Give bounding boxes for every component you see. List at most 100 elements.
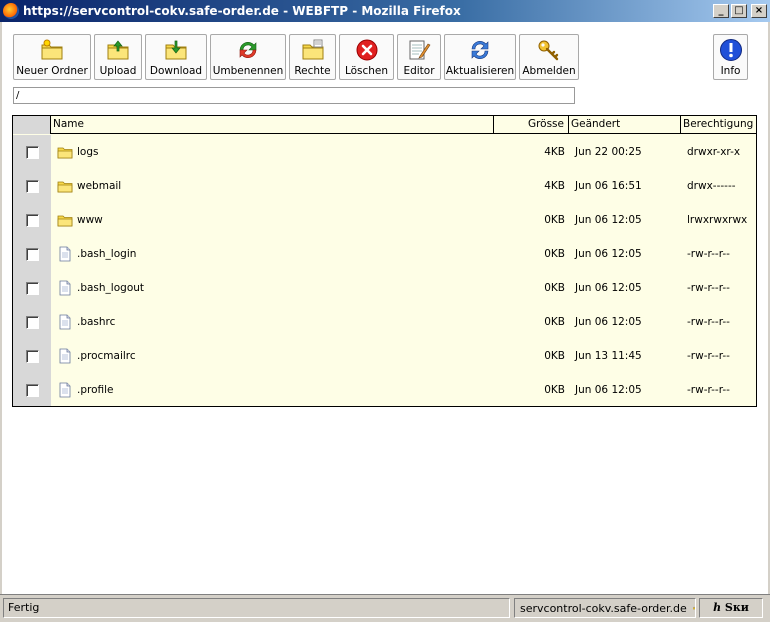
editor-button[interactable]: Editor <box>397 34 441 80</box>
file-size: 4KB <box>544 180 565 192</box>
status-bar: Fertig servcontrol-cokv.safe-order.de ℎ … <box>0 594 770 622</box>
info-button[interactable]: Info <box>713 34 748 80</box>
file-permissions: -rw-r--r-- <box>687 248 730 260</box>
key-icon <box>538 40 559 61</box>
file-name-cell[interactable]: .bash_logout <box>51 280 494 296</box>
file-size: 0KB <box>544 384 565 396</box>
table-row[interactable]: www 0KB Jun 06 12:05 lrwxrwxrwx <box>13 203 756 237</box>
table-row[interactable]: webmail 4KB Jun 06 16:51 drwx------ <box>13 169 756 203</box>
rename-button[interactable]: Umbenennen <box>210 34 286 80</box>
file-table: Name Grösse Geändert Berechtigung logs 4K… <box>12 115 757 407</box>
status-host-label: servcontrol-cokv.safe-order.de <box>520 601 687 615</box>
file-name[interactable]: webmail <box>77 180 121 192</box>
row-checkbox[interactable] <box>25 383 39 397</box>
row-select-cell <box>13 213 51 227</box>
file-permissions: -rw-r--r-- <box>687 282 730 294</box>
file-name[interactable]: logs <box>77 146 98 158</box>
file-name-cell[interactable]: .bash_login <box>51 246 494 262</box>
file-permissions: lrwxrwxrwx <box>687 214 748 226</box>
table-row[interactable]: .procmailrc 0KB Jun 13 11:45 -rw-r--r-- <box>13 339 756 373</box>
table-row[interactable]: .bash_logout 0KB Jun 06 12:05 -rw-r--r-- <box>13 271 756 305</box>
window-title: https://servcontrol-cokv.safe-order.de -… <box>23 4 461 18</box>
close-button[interactable]: × <box>751 4 767 18</box>
file-permissions: -rw-r--r-- <box>687 350 730 362</box>
file-name[interactable]: .procmailrc <box>77 350 136 362</box>
row-select-cell <box>13 383 51 397</box>
file-name[interactable]: .bash_logout <box>77 282 144 294</box>
path-input[interactable] <box>13 87 575 104</box>
file-name-cell[interactable]: .procmailrc <box>51 348 494 364</box>
table-row[interactable]: .profile 0KB Jun 06 12:05 -rw-r--r-- <box>13 373 756 407</box>
status-host: servcontrol-cokv.safe-order.de <box>514 598 696 618</box>
info-icon <box>719 39 742 61</box>
header-size[interactable]: Grösse <box>494 116 569 134</box>
file-permissions: drwx------ <box>687 180 736 192</box>
folder-icon <box>57 181 73 193</box>
row-select-cell <box>13 349 51 363</box>
table-header: Name Grösse Geändert Berechtigung <box>13 116 756 134</box>
upload-button[interactable]: Upload <box>94 34 142 80</box>
file-date: Jun 06 16:51 <box>575 180 642 192</box>
file-name-cell[interactable]: webmail <box>51 178 494 194</box>
file-name-cell[interactable]: .profile <box>51 382 494 398</box>
file-name-cell[interactable]: .bashrc <box>51 314 494 330</box>
header-name[interactable]: Name <box>51 116 494 134</box>
refresh-button[interactable]: Aktualisieren <box>444 34 516 80</box>
row-checkbox[interactable] <box>25 247 39 261</box>
minimize-button[interactable]: _ <box>713 4 729 18</box>
file-date: Jun 13 11:45 <box>575 350 642 362</box>
file-size: 0KB <box>544 316 565 328</box>
table-row[interactable]: logs 4KB Jun 22 00:25 drwxr-xr-x <box>13 135 756 169</box>
folder-icon <box>57 215 73 227</box>
row-select-cell <box>13 145 51 159</box>
row-checkbox[interactable] <box>25 179 39 193</box>
permissions-button[interactable]: Rechte <box>289 34 336 80</box>
table-row[interactable]: .bash_login 0KB Jun 06 12:05 -rw-r--r-- <box>13 237 756 271</box>
file-icon <box>59 246 71 262</box>
file-name[interactable]: .profile <box>77 384 114 396</box>
table-row[interactable]: .bashrc 0KB Jun 06 12:05 -rw-r--r-- <box>13 305 756 339</box>
header-select <box>13 116 51 134</box>
file-date: Jun 06 12:05 <box>575 214 642 226</box>
file-size: 0KB <box>544 350 565 362</box>
file-name-cell[interactable]: logs <box>51 144 494 160</box>
new-folder-icon <box>41 39 63 60</box>
window-titlebar[interactable]: https://servcontrol-cokv.safe-order.de -… <box>0 0 770 22</box>
refresh-icon <box>471 40 489 60</box>
download-button[interactable]: Download <box>145 34 207 80</box>
file-date: Jun 06 12:05 <box>575 384 642 396</box>
firefox-icon <box>3 3 19 19</box>
row-checkbox[interactable] <box>25 145 39 159</box>
row-checkbox[interactable] <box>25 281 39 295</box>
row-select-cell <box>13 247 51 261</box>
file-name[interactable]: .bash_login <box>77 248 136 260</box>
header-date[interactable]: Geändert <box>569 116 681 134</box>
file-name-cell[interactable]: www <box>51 212 494 228</box>
new-folder-button[interactable]: Neuer Ordner <box>13 34 91 80</box>
file-icon <box>59 280 71 296</box>
file-name[interactable]: .bashrc <box>77 316 115 328</box>
row-checkbox[interactable] <box>25 213 39 227</box>
file-name[interactable]: www <box>77 214 103 226</box>
download-folder-icon <box>165 40 187 60</box>
file-date: Jun 06 12:05 <box>575 316 642 328</box>
status-text: Fertig <box>3 598 510 618</box>
row-select-cell <box>13 315 51 329</box>
file-date: Jun 06 12:05 <box>575 282 642 294</box>
row-checkbox[interactable] <box>25 349 39 363</box>
row-checkbox[interactable] <box>25 315 39 329</box>
file-icon <box>59 382 71 398</box>
status-extension[interactable]: ℎ Ѕки <box>699 598 763 618</box>
header-permissions[interactable]: Berechtigung <box>681 116 756 134</box>
logout-button[interactable]: Abmelden <box>519 34 579 80</box>
file-size: 4KB <box>544 146 565 158</box>
window-controls: _ □ × <box>713 4 767 18</box>
toolbar: Neuer Ordner Upload Download Umbenennen … <box>13 34 582 80</box>
delete-button[interactable]: Löschen <box>339 34 394 80</box>
file-permissions: -rw-r--r-- <box>687 316 730 328</box>
folder-icon <box>57 147 73 159</box>
maximize-button[interactable]: □ <box>731 4 747 18</box>
permissions-folder-icon <box>302 39 323 60</box>
lock-icon[interactable] <box>692 602 695 614</box>
rename-arrows-icon <box>239 41 257 59</box>
